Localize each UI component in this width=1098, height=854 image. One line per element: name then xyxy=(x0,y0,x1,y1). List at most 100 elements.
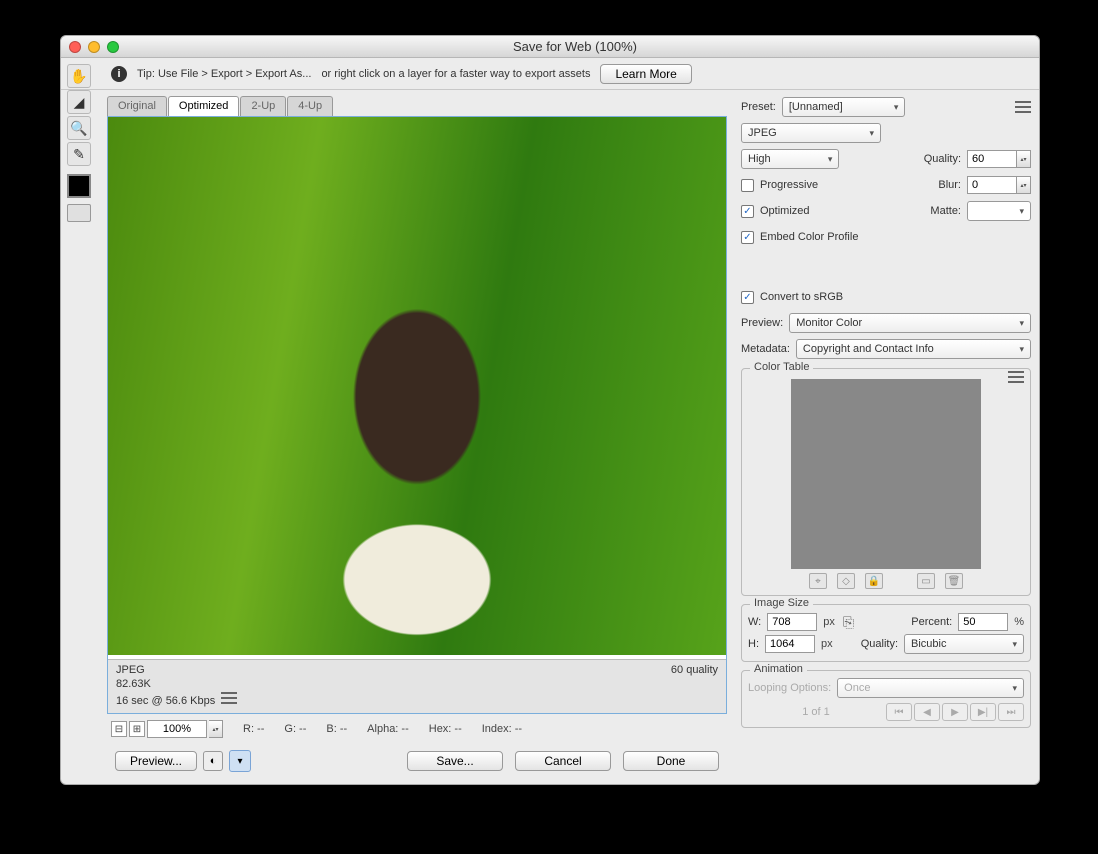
image-size-group: Image Size W: px ⎘ Percent: % H: px Qu xyxy=(741,604,1031,662)
progressive-checkbox[interactable] xyxy=(741,179,754,192)
image-size-label: Image Size xyxy=(750,597,813,609)
width-label: W: xyxy=(748,616,761,628)
browser-icon[interactable]: ◐ xyxy=(203,751,223,771)
zoom-stepper[interactable]: ▴▾ xyxy=(209,720,223,738)
preset-select[interactable]: [Unnamed] xyxy=(782,97,906,117)
eyedropper-tool[interactable]: ✎ xyxy=(67,142,91,166)
height-input[interactable] xyxy=(765,635,815,653)
quality-label: Quality: xyxy=(924,153,961,165)
preset-label: Preset: xyxy=(741,101,776,113)
embed-checkbox[interactable]: ✓ xyxy=(741,231,754,244)
width-input[interactable] xyxy=(767,613,817,631)
foreground-swatch[interactable] xyxy=(67,174,91,198)
link-icon[interactable]: ⎘ xyxy=(841,614,856,631)
preview-info: JPEG 82.63K 16 sec @ 56.6 Kbps 60 qualit… xyxy=(108,659,726,713)
tip-bar: ✋ ◢ 🔍 ✎ i Tip: Use File > Export > Expor… xyxy=(61,58,1039,90)
progressive-label: Progressive xyxy=(760,179,818,191)
preview-speed: 16 sec @ 56.6 Kbps xyxy=(116,695,215,707)
hand-tool[interactable]: ✋ xyxy=(67,64,91,88)
quality-stepper[interactable]: ▴▾ xyxy=(1017,150,1031,168)
maximize-window[interactable] xyxy=(107,41,119,53)
height-label: H: xyxy=(748,638,759,650)
color-table-group: Color Table ⌖ ◇ 🔒 ▭ 🗑 xyxy=(741,368,1031,596)
format-select[interactable]: JPEG xyxy=(741,123,881,143)
looping-label: Looping Options: xyxy=(748,682,831,694)
last-frame: ⏭ xyxy=(998,703,1024,721)
srgb-label: Convert to sRGB xyxy=(760,291,843,303)
resize-quality-select[interactable]: Bicubic xyxy=(904,634,1024,654)
ct-trash-icon[interactable]: 🗑 xyxy=(945,573,963,589)
preview-button[interactable]: Preview... xyxy=(115,751,197,771)
status-hex: Hex: -- xyxy=(429,723,462,735)
color-table[interactable] xyxy=(791,379,981,569)
toggle-slices[interactable] xyxy=(67,204,91,222)
preview-tabs: Original Optimized 2-Up 4-Up xyxy=(107,96,727,116)
preset-menu[interactable] xyxy=(1015,101,1031,113)
learn-more-button[interactable]: Learn More xyxy=(600,64,691,84)
prev-frame: ◀ xyxy=(914,703,940,721)
preview-quality: 60 quality xyxy=(671,664,718,676)
quality-preset-select[interactable]: High xyxy=(741,149,839,169)
preview-area[interactable]: JPEG 82.63K 16 sec @ 56.6 Kbps 60 qualit… xyxy=(107,116,727,714)
quality-input[interactable] xyxy=(967,150,1017,168)
matte-select[interactable] xyxy=(967,201,1031,221)
done-button[interactable]: Done xyxy=(623,751,719,771)
blur-label: Blur: xyxy=(938,179,961,191)
optimized-checkbox[interactable]: ✓ xyxy=(741,205,754,218)
titlebar: Save for Web (100%) xyxy=(61,36,1039,58)
percent-input[interactable] xyxy=(958,613,1008,631)
embed-label: Embed Color Profile xyxy=(760,231,858,243)
frame-counter: 1 of 1 xyxy=(748,706,884,718)
tip-text-2: or right click on a layer for a faster w… xyxy=(321,68,590,80)
srgb-checkbox[interactable]: ✓ xyxy=(741,291,754,304)
zoom-field[interactable] xyxy=(147,720,207,738)
width-unit: px xyxy=(823,616,835,628)
looping-select: Once xyxy=(837,678,1024,698)
tab-optimized[interactable]: Optimized xyxy=(168,96,240,116)
ct-cube-icon[interactable]: ◇ xyxy=(837,573,855,589)
status-r: R: -- xyxy=(243,723,264,735)
save-for-web-window: Save for Web (100%) ✋ ◢ 🔍 ✎ i Tip: Use F… xyxy=(60,35,1040,785)
preview-select[interactable]: Monitor Color xyxy=(789,313,1031,333)
blur-stepper[interactable]: ▴▾ xyxy=(1017,176,1031,194)
left-panel: Original Optimized 2-Up 4-Up JPEG 82.63K… xyxy=(61,90,733,784)
next-frame: ▶| xyxy=(970,703,996,721)
right-panel: Preset: [Unnamed] JPEG High Quality: ▴▾ … xyxy=(733,90,1039,784)
zoom-tool[interactable]: 🔍 xyxy=(67,116,91,140)
metadata-select[interactable]: Copyright and Contact Info xyxy=(796,339,1031,359)
blur-input[interactable] xyxy=(967,176,1017,194)
cancel-button[interactable]: Cancel xyxy=(515,751,611,771)
height-unit: px xyxy=(821,638,833,650)
preview-format: JPEG xyxy=(116,664,237,676)
tip-text-1: Tip: Use File > Export > Export As... xyxy=(137,68,311,80)
slice-tool[interactable]: ◢ xyxy=(67,90,91,114)
status-b: B: -- xyxy=(326,723,347,735)
info-icon: i xyxy=(111,66,127,82)
color-table-label: Color Table xyxy=(750,361,813,373)
zoom-out[interactable]: ⊟ xyxy=(111,721,127,737)
play-frame: ▶ xyxy=(942,703,968,721)
status-alpha: Alpha: -- xyxy=(367,723,409,735)
save-button[interactable]: Save... xyxy=(407,751,503,771)
ct-map-icon[interactable]: ⌖ xyxy=(809,573,827,589)
matte-label: Matte: xyxy=(930,205,961,217)
tab-2up[interactable]: 2-Up xyxy=(240,96,286,116)
ct-lock-icon[interactable]: 🔒 xyxy=(865,573,883,589)
minimize-window[interactable] xyxy=(88,41,100,53)
speed-menu[interactable] xyxy=(221,692,237,704)
zoom-in[interactable]: ⊞ xyxy=(129,721,145,737)
status-index: Index: -- xyxy=(482,723,522,735)
preview-image xyxy=(108,117,726,655)
window-title: Save for Web (100%) xyxy=(119,39,1031,54)
tab-4up[interactable]: 4-Up xyxy=(287,96,333,116)
browser-select[interactable]: ▾ xyxy=(229,750,251,772)
status-g: G: -- xyxy=(284,723,306,735)
tab-original[interactable]: Original xyxy=(107,96,167,116)
ct-new-icon[interactable]: ▭ xyxy=(917,573,935,589)
color-table-menu[interactable] xyxy=(1008,371,1024,383)
animation-group: Animation Looping Options: Once 1 of 1 ⏮… xyxy=(741,670,1031,728)
animation-label: Animation xyxy=(750,663,807,675)
status-row: ⊟ ⊞ ▴▾ R: -- G: -- B: -- Alpha: -- Hex: … xyxy=(107,718,727,740)
first-frame: ⏮ xyxy=(886,703,912,721)
close-window[interactable] xyxy=(69,41,81,53)
